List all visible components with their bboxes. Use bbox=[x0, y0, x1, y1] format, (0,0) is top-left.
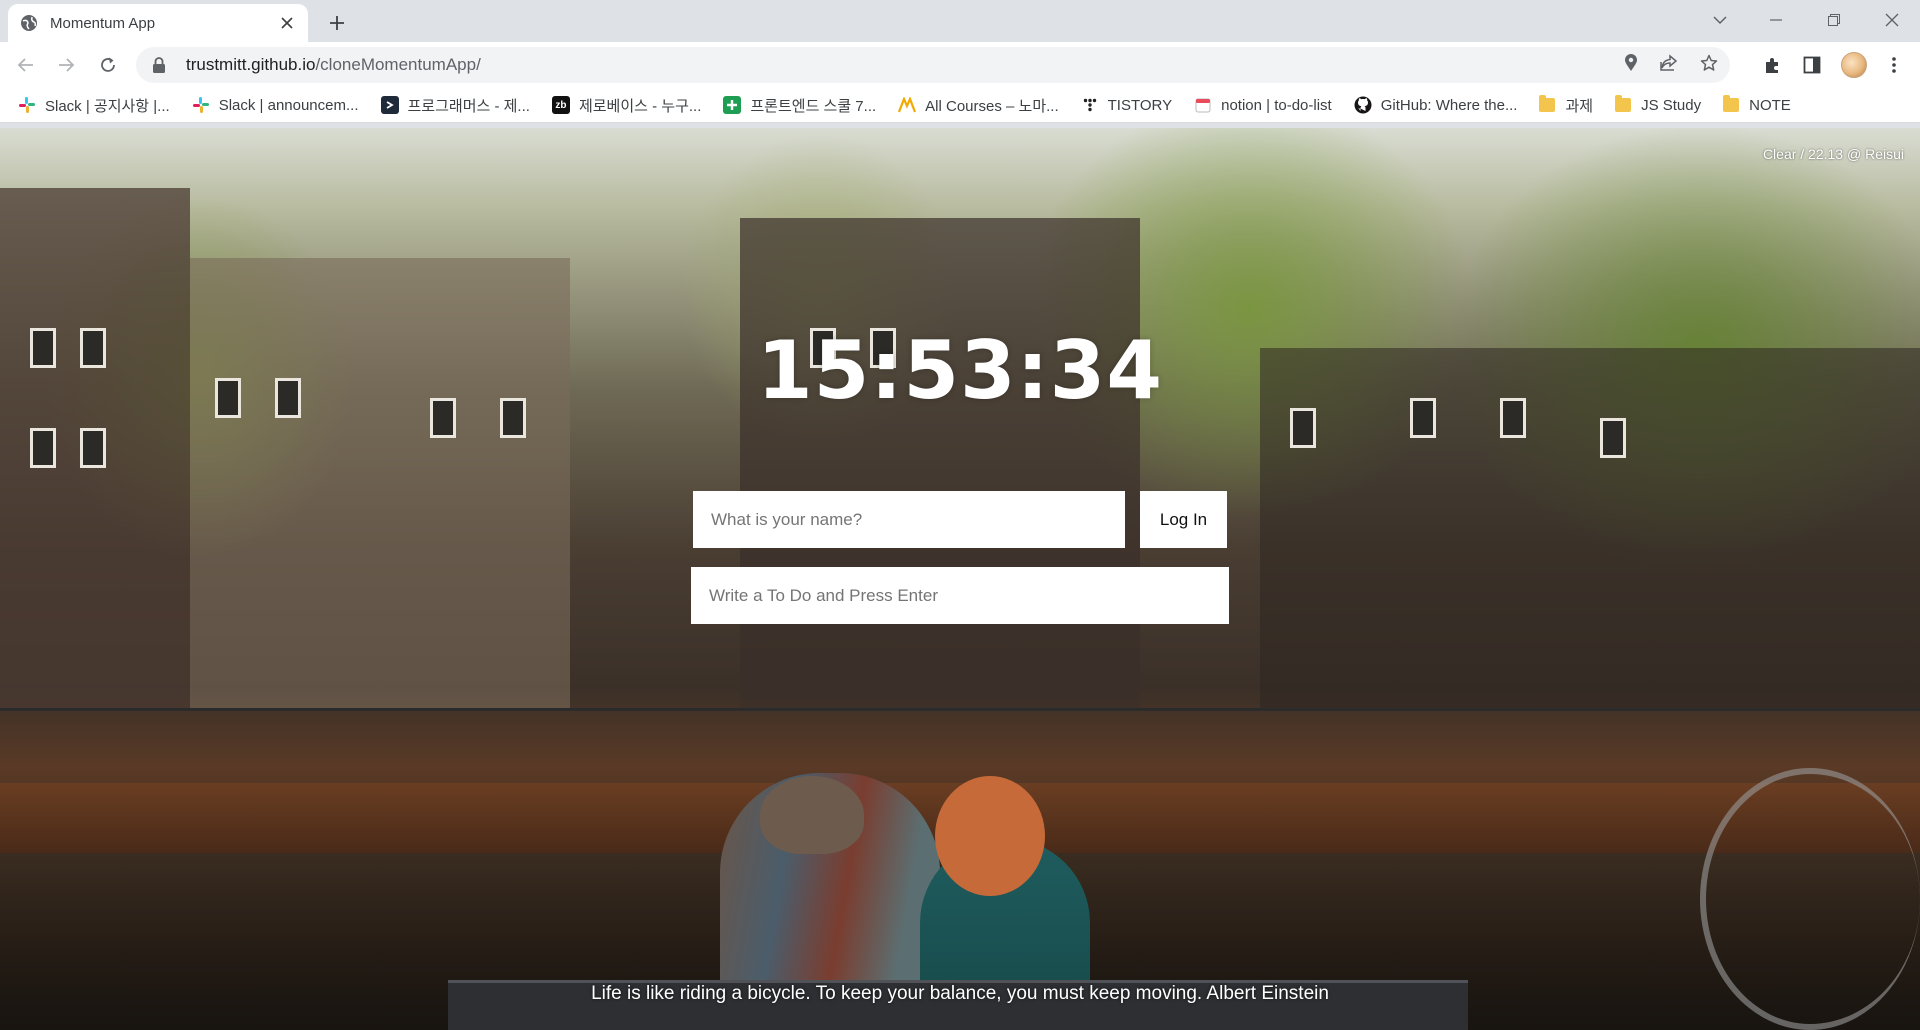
url-text: trustmitt.github.io/cloneMomentumApp/ bbox=[186, 55, 481, 75]
calendar-icon bbox=[1194, 96, 1212, 114]
close-window-icon[interactable] bbox=[1866, 0, 1918, 40]
window bbox=[80, 428, 106, 468]
bookmark-slack-announcement[interactable]: Slack | announcem... bbox=[192, 96, 359, 114]
back-icon[interactable] bbox=[10, 49, 42, 81]
programmers-icon bbox=[380, 96, 399, 114]
extensions-icon[interactable] bbox=[1756, 49, 1788, 81]
weather-info: Clear / 22.13 @ Reisui bbox=[1762, 146, 1904, 162]
close-tab-icon[interactable] bbox=[278, 14, 296, 32]
more-menu-icon[interactable] bbox=[1878, 49, 1910, 81]
folder-icon bbox=[1723, 95, 1740, 112]
window bbox=[1600, 418, 1626, 458]
folder-icon bbox=[1615, 95, 1632, 112]
tab-momentum-app[interactable]: Momentum App bbox=[8, 4, 308, 42]
bookmark-folder-js-study[interactable]: JS Study bbox=[1615, 95, 1702, 114]
bookmark-slack-notice[interactable]: Slack | 공지사항 |... bbox=[18, 95, 170, 116]
window bbox=[30, 428, 56, 468]
person-right-head bbox=[935, 776, 1045, 896]
new-tab-button[interactable] bbox=[323, 9, 351, 37]
slack-icon bbox=[192, 96, 210, 114]
clock: 15:53:34 bbox=[757, 324, 1163, 417]
browser-toolbar: trustmitt.github.io/cloneMomentumApp/ bbox=[0, 42, 1920, 88]
bookmark-label: All Courses – 노마... bbox=[925, 97, 1059, 115]
side-panel-icon[interactable] bbox=[1796, 49, 1828, 81]
location-icon[interactable] bbox=[1624, 53, 1638, 77]
folder-icon bbox=[1539, 95, 1556, 112]
bookmark-github[interactable]: GitHub: Where the... bbox=[1354, 96, 1518, 114]
url-host: trustmitt.github.io bbox=[186, 55, 316, 74]
bookmark-frontend-school[interactable]: 프론트엔드 스쿨 7... bbox=[723, 95, 876, 116]
tistory-icon bbox=[1081, 96, 1099, 114]
bookmark-folder-note[interactable]: NOTE bbox=[1723, 95, 1791, 114]
slack-icon bbox=[18, 96, 36, 114]
bookmark-star-icon[interactable] bbox=[1700, 54, 1718, 77]
bookmark-notion-todo[interactable]: notion | to-do-list bbox=[1194, 96, 1332, 114]
bookmark-label: Slack | 공지사항 |... bbox=[45, 97, 170, 115]
login-button[interactable]: Log In bbox=[1140, 491, 1227, 548]
address-bar[interactable]: trustmitt.github.io/cloneMomentumApp/ bbox=[136, 47, 1730, 83]
bookmarks-bar: Slack | 공지사항 |... Slack | announcem... 프… bbox=[0, 88, 1920, 123]
bookmark-tistory[interactable]: TISTORY bbox=[1081, 96, 1172, 114]
person-left-head bbox=[760, 776, 864, 854]
plus-green-icon bbox=[723, 96, 742, 114]
restore-icon[interactable] bbox=[1808, 0, 1860, 40]
bookmark-label: notion | to-do-list bbox=[1221, 96, 1332, 114]
tab-search-icon[interactable] bbox=[1694, 0, 1746, 40]
url-path: /cloneMomentumApp/ bbox=[315, 55, 481, 74]
name-input[interactable] bbox=[693, 491, 1125, 548]
avatar bbox=[1841, 52, 1867, 78]
minimize-icon[interactable] bbox=[1750, 0, 1802, 40]
reload-icon[interactable] bbox=[92, 49, 124, 81]
bookmark-label: 프로그래머스 - 제... bbox=[407, 97, 530, 115]
bookmark-label: JS Study bbox=[1641, 96, 1702, 114]
page-background: Clear / 22.13 @ Reisui 15:53:34 Log In L… bbox=[0, 128, 1920, 1030]
share-icon[interactable] bbox=[1660, 53, 1678, 77]
forward-icon[interactable] bbox=[50, 49, 82, 81]
quote: Life is like riding a bicycle. To keep y… bbox=[591, 983, 1329, 1004]
bookmark-folder-assignments[interactable]: 과제 bbox=[1539, 95, 1593, 116]
github-icon bbox=[1354, 96, 1372, 114]
todo-input[interactable] bbox=[691, 567, 1229, 624]
bookmark-label: 프론트엔드 스쿨 7... bbox=[750, 97, 877, 115]
bookmark-label: 제로베이스 - 누구... bbox=[578, 97, 702, 115]
bookmark-label: GitHub: Where the... bbox=[1380, 96, 1518, 114]
globe-icon bbox=[20, 14, 38, 32]
login-form: Log In bbox=[693, 491, 1227, 548]
bookmark-zerobase[interactable]: zb 제로베이스 - 누구... bbox=[551, 95, 702, 116]
bookmark-nomad-courses[interactable]: All Courses – 노마... bbox=[898, 95, 1059, 116]
nomad-icon bbox=[898, 96, 917, 114]
building-center bbox=[740, 218, 1140, 708]
todo-form bbox=[691, 567, 1229, 624]
profile-avatar[interactable] bbox=[1838, 49, 1870, 81]
tab-strip: Momentum App bbox=[0, 0, 1920, 42]
zb-icon: zb bbox=[551, 96, 570, 114]
bookmark-label: 과제 bbox=[1565, 97, 1594, 115]
lock-icon[interactable] bbox=[152, 57, 168, 73]
bookmark-label: TISTORY bbox=[1107, 96, 1173, 114]
bookmark-label: Slack | announcem... bbox=[218, 96, 359, 114]
tab-title: Momentum App bbox=[50, 14, 156, 32]
bookmark-label: NOTE bbox=[1749, 96, 1791, 114]
bookmark-programmers[interactable]: 프로그래머스 - 제... bbox=[380, 95, 530, 116]
railing bbox=[0, 708, 1920, 711]
